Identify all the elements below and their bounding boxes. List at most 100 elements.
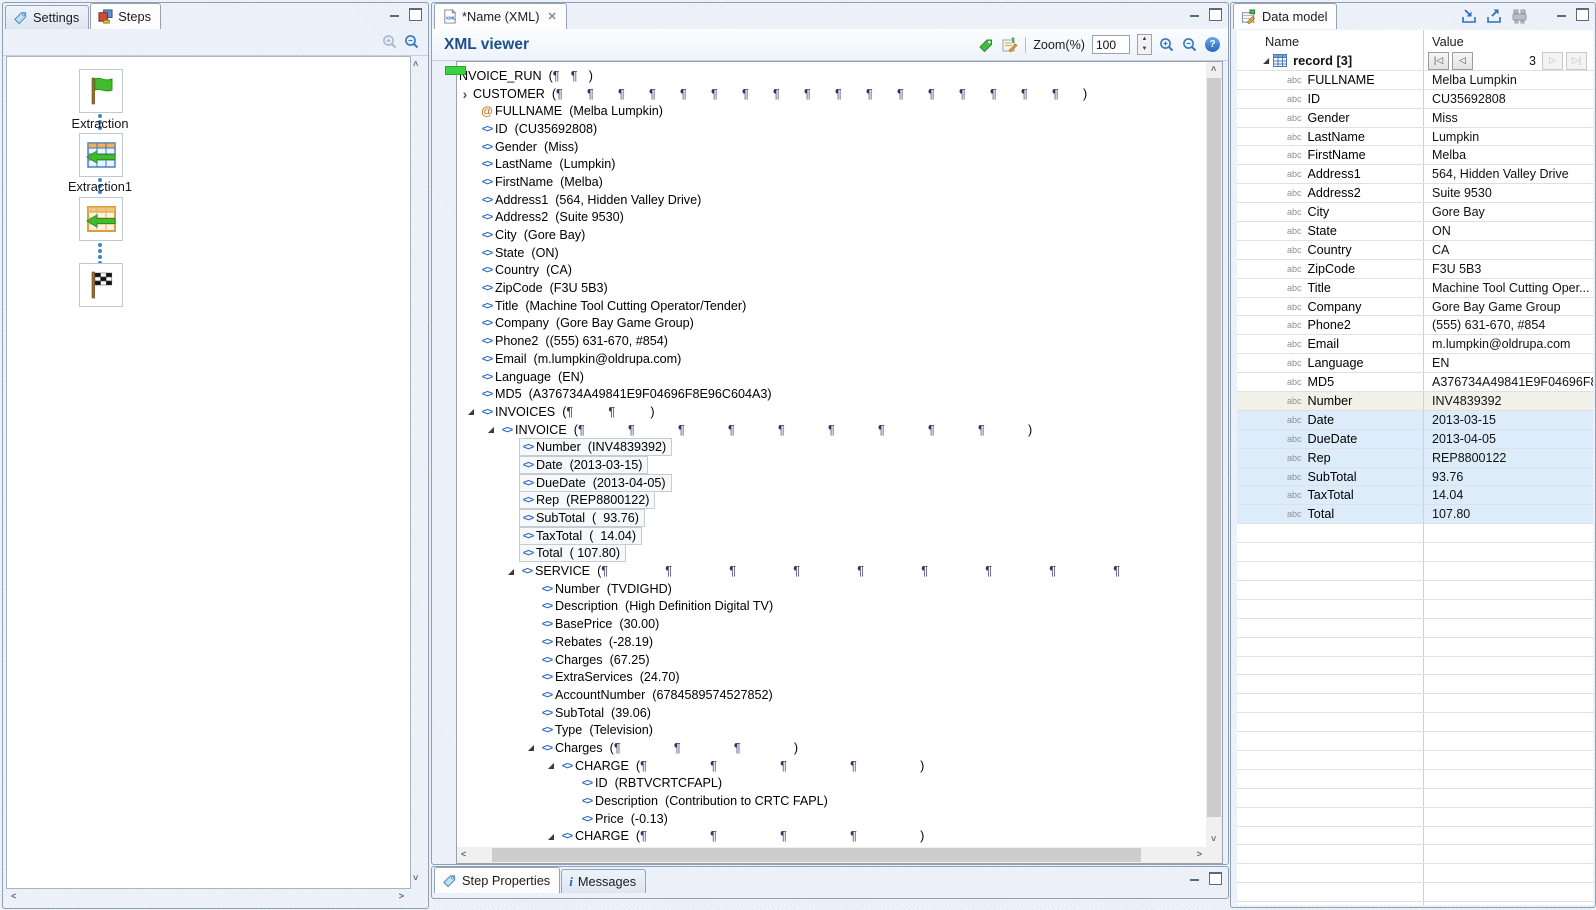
expanded-icon[interactable]: ◢ xyxy=(463,407,479,416)
xml-tree-row[interactable]: <>TaxTotal( 14.04) xyxy=(457,527,1206,545)
data-model-row[interactable]: abcZipCodeF3U 5B3 xyxy=(1237,260,1593,279)
field-value[interactable]: 2013-04-05 xyxy=(1423,430,1593,448)
xml-tree-row[interactable]: <>ZipCode(F3U 5B3) xyxy=(457,279,1206,297)
xml-tree-row[interactable]: <>Number(TVDIGHD) xyxy=(457,580,1206,598)
field-value[interactable]: Lumpkin xyxy=(1423,128,1593,146)
first-record-button[interactable]: |◁ xyxy=(1428,52,1449,70)
workflow-start-step[interactable] xyxy=(79,69,123,113)
xml-tree-row[interactable]: <>Language(EN) xyxy=(457,368,1206,386)
field-value[interactable]: 107.80 xyxy=(1423,505,1593,523)
data-model-row[interactable]: abcCityGore Bay xyxy=(1237,203,1593,222)
xml-tree-row[interactable]: <>MD5(A376734A49841E9F04696F8E96C604A3) xyxy=(457,385,1206,403)
xml-tree-row[interactable]: <>Address1(564, Hidden Valley Drive) xyxy=(457,191,1206,209)
field-value[interactable]: Machine Tool Cutting Oper... xyxy=(1423,279,1593,297)
data-model-row[interactable]: abcRepREP8800122 xyxy=(1237,449,1593,468)
field-value[interactable]: INV4839392 xyxy=(1423,392,1593,410)
xml-tree-row[interactable]: <>City(Gore Bay) xyxy=(457,226,1206,244)
xml-tree-row[interactable]: <>Company(Gore Bay Game Group) xyxy=(457,315,1206,333)
field-value[interactable]: CU35692808 xyxy=(1423,90,1593,108)
data-model-row[interactable]: abcTitleMachine Tool Cutting Oper... xyxy=(1237,279,1593,298)
export-data-model-icon[interactable] xyxy=(1486,8,1503,24)
data-model-row[interactable]: abcLanguageEN xyxy=(1237,354,1593,373)
next-record-button[interactable]: ▷ xyxy=(1542,52,1563,70)
vertical-scrollbar[interactable]: ˄ ˅ xyxy=(409,56,424,887)
field-value[interactable]: 93.76 xyxy=(1423,468,1593,486)
data-model-row[interactable]: abcNumberINV4839392 xyxy=(1237,392,1593,411)
xml-tree-row[interactable]: <>Description(High Definition Digital TV… xyxy=(457,598,1206,616)
xml-tree-row[interactable]: <>Description(Contribution to CRTC FAPL) xyxy=(457,792,1206,810)
zoom-spinner[interactable]: ▲ ▼ xyxy=(1137,34,1152,55)
expanded-icon[interactable]: ◢ xyxy=(543,761,559,770)
data-model-row[interactable]: abcStateON xyxy=(1237,222,1593,241)
data-model-row[interactable]: abcCompanyGore Bay Game Group xyxy=(1237,298,1593,317)
workflow-extraction1-step[interactable] xyxy=(79,197,123,241)
expanded-icon[interactable]: ◢ xyxy=(503,567,519,576)
xml-vertical-scrollbar[interactable]: ˄ ˅ xyxy=(1206,62,1222,847)
data-model-row[interactable]: abcCountryCA xyxy=(1237,241,1593,260)
data-model-row[interactable]: abcPhone2(555) 631-670, #854 xyxy=(1237,316,1593,335)
xml-tree-row[interactable]: <>SubTotal( 93.76) xyxy=(457,509,1206,527)
zoom-in-icon[interactable] xyxy=(1159,37,1175,53)
xml-horizontal-scrollbar[interactable]: < > xyxy=(457,847,1206,863)
zoom-in-icon[interactable] xyxy=(382,34,398,50)
sync-model-icon[interactable] xyxy=(1511,8,1529,24)
green-tag-icon[interactable] xyxy=(978,37,994,53)
data-model-row[interactable]: abcTotal107.80 xyxy=(1237,505,1593,524)
xml-tree-row[interactable]: ◢<>INVOICE(¶¶¶¶¶¶¶¶¶) xyxy=(457,421,1206,439)
field-value[interactable]: REP8800122 xyxy=(1423,449,1593,467)
workflow-end-step[interactable] xyxy=(79,263,123,307)
xml-tree-row[interactable]: @FULLNAME(Melba Lumpkin) xyxy=(457,102,1206,120)
expanded-icon[interactable]: ◢ xyxy=(1263,56,1269,65)
field-value[interactable]: Gore Bay xyxy=(1423,203,1593,221)
field-value[interactable]: Melba xyxy=(1423,146,1593,164)
spinner-up-icon[interactable]: ▲ xyxy=(1138,35,1151,45)
xml-tree-row[interactable]: ◢<>CHARGE(¶¶¶¶) xyxy=(457,828,1206,846)
tab-name-xml[interactable]: XML *Name (XML) ✕ xyxy=(434,3,567,29)
xml-tree-row[interactable]: <>Country(CA) xyxy=(457,262,1206,280)
data-model-row[interactable]: abcGenderMiss xyxy=(1237,109,1593,128)
maximize-button[interactable] xyxy=(1209,872,1222,885)
data-model-row[interactable]: abcTaxTotal14.04 xyxy=(1237,486,1593,505)
field-value[interactable]: Miss xyxy=(1423,109,1593,127)
tab-step-properties[interactable]: Step Properties xyxy=(434,867,560,893)
xml-tree-row[interactable]: <>Address2(Suite 9530) xyxy=(457,209,1206,227)
field-value[interactable]: EN xyxy=(1423,354,1593,372)
data-model-row[interactable]: abcDate2013-03-15 xyxy=(1237,411,1593,430)
column-header-name[interactable]: Name xyxy=(1265,34,1423,49)
maximize-button[interactable] xyxy=(1576,8,1589,21)
zoom-out-icon[interactable] xyxy=(1182,37,1198,53)
previous-record-button[interactable]: ◁ xyxy=(1452,52,1473,70)
xml-tree-row[interactable]: <>Total( 107.80) xyxy=(457,545,1206,563)
data-model-row[interactable]: abcDueDate2013-04-05 xyxy=(1237,430,1593,449)
xml-tree-row[interactable]: <>Rebates(-28.19) xyxy=(457,633,1206,651)
data-model-row[interactable]: abcAddress2Suite 9530 xyxy=(1237,184,1593,203)
xml-tree-row[interactable]: <>Gender(Miss) xyxy=(457,138,1206,156)
xml-tree-row[interactable]: <>ID(CU35692808) xyxy=(457,120,1206,138)
help-icon[interactable]: ? xyxy=(1205,37,1220,52)
field-value[interactable]: Suite 9530 xyxy=(1423,184,1593,202)
last-record-button[interactable]: ▷| xyxy=(1566,52,1587,70)
field-value[interactable]: (555) 631-670, #854 xyxy=(1423,316,1593,334)
xml-tree-row[interactable]: <>FirstName(Melba) xyxy=(457,173,1206,191)
expanded-icon[interactable]: ◢ xyxy=(543,832,559,841)
maximize-button[interactable] xyxy=(1209,8,1222,21)
field-value[interactable]: CA xyxy=(1423,241,1593,259)
xml-tree-row[interactable]: <>LastName(Lumpkin) xyxy=(457,155,1206,173)
field-value[interactable]: 2013-03-15 xyxy=(1423,411,1593,429)
xml-tree-row[interactable]: ◢<>Charges(¶¶¶) xyxy=(457,739,1206,757)
minimize-button[interactable] xyxy=(389,10,400,20)
data-model-row[interactable]: abcFirstNameMelba xyxy=(1237,146,1593,165)
zoom-value-input[interactable]: 100 xyxy=(1092,35,1130,54)
data-model-row[interactable]: abcEmailm.lumpkin@oldrupa.com xyxy=(1237,335,1593,354)
field-value[interactable]: Gore Bay Game Group xyxy=(1423,298,1593,316)
horizontal-scrollbar[interactable]: < > xyxy=(6,889,409,904)
maximize-button[interactable] xyxy=(409,8,422,21)
xml-tree-row[interactable]: <>Email(m.lumpkin@oldrupa.com) xyxy=(457,350,1206,368)
xml-tree-row[interactable]: <>Date(2013-03-15) xyxy=(457,456,1206,474)
data-model-row[interactable]: abcFULLNAMEMelba Lumpkin xyxy=(1237,71,1593,90)
field-value[interactable]: 14.04 xyxy=(1423,486,1593,504)
zoom-out-icon[interactable] xyxy=(404,34,420,50)
data-model-row[interactable]: abcIDCU35692808 xyxy=(1237,90,1593,109)
xml-tree-row[interactable]: ◢<>INVOICES(¶¶) xyxy=(457,403,1206,421)
expanded-icon[interactable]: ◢ xyxy=(483,425,499,434)
